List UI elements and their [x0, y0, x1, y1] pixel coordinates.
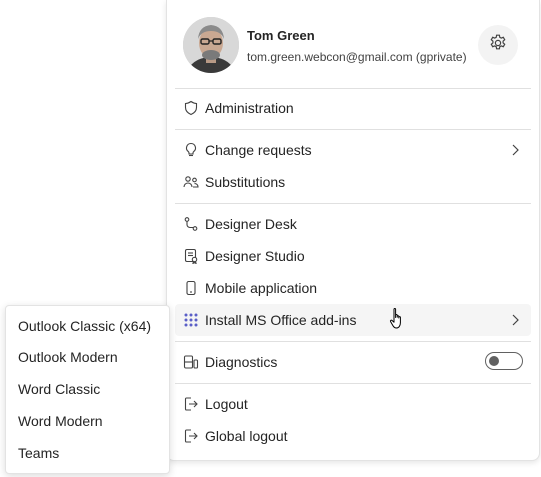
menu-item-label: Mobile application: [205, 280, 318, 296]
submenu-item-label: Word Modern: [18, 413, 103, 429]
menu-item-diagnostics[interactable]: Diagnostics: [175, 346, 531, 378]
menu-item-label: Administration: [205, 100, 294, 116]
submenu-item-label: Word Classic: [18, 381, 101, 397]
menu-item-substitutions[interactable]: Substitutions: [175, 166, 531, 198]
people-swap-icon: [183, 174, 199, 190]
menu-item-label: Designer Desk: [205, 216, 297, 232]
menu-item-label: Substitutions: [205, 174, 286, 190]
menu-item-global-logout[interactable]: Global logout: [175, 420, 531, 452]
chevron-right-icon: [507, 312, 523, 328]
diagnostics-icon: [183, 354, 199, 370]
submenu-item-word-classic[interactable]: Word Classic: [10, 374, 165, 404]
submenu-item-outlook-classic-x64[interactable]: Outlook Classic (x64): [10, 311, 165, 341]
gear-icon: [488, 33, 508, 58]
app-grid-icon: [183, 312, 199, 328]
avatar: [183, 17, 239, 73]
submenu-item-word-modern[interactable]: Word Modern: [10, 406, 165, 436]
divider: [175, 341, 531, 342]
menu-item-designer-desk[interactable]: Designer Desk: [175, 208, 531, 240]
user-name: Tom Green: [247, 28, 315, 43]
user-email: tom.green.webcon@gmail.com (gprivate): [247, 50, 467, 64]
menu-item-label: Diagnostics: [205, 354, 278, 370]
submenu-item-label: Teams: [18, 445, 60, 461]
menu-item-label: Change requests: [205, 142, 312, 158]
shield-icon: [183, 100, 199, 116]
divider: [175, 383, 531, 384]
chevron-right-icon: [507, 142, 523, 158]
submenu-item-teams[interactable]: Teams: [10, 438, 165, 468]
menu-item-label: Install MS Office add-ins: [205, 312, 357, 328]
toggle-knob: [489, 356, 499, 366]
menu-item-administration[interactable]: Administration: [175, 92, 531, 124]
menu-item-designer-studio[interactable]: Designer Studio: [175, 240, 531, 272]
menu-item-mobile-application[interactable]: Mobile application: [175, 272, 531, 304]
sign-out-icon: [183, 396, 199, 412]
user-menu: Tom Green tom.green.webcon@gmail.com (gp…: [166, 0, 540, 461]
menu-item-label: Designer Studio: [205, 248, 305, 264]
office-add-ins-submenu: Outlook Classic (x64) Outlook Modern Wor…: [5, 305, 170, 474]
divider: [175, 203, 531, 204]
profile-header: Tom Green tom.green.webcon@gmail.com (gp…: [167, 0, 539, 88]
stage: Tom Green tom.green.webcon@gmail.com (gp…: [0, 0, 541, 477]
menu-item-install-office-add-ins[interactable]: Install MS Office add-ins: [175, 304, 531, 336]
submenu-item-label: Outlook Modern: [18, 349, 118, 365]
phone-icon: [183, 280, 199, 296]
settings-button[interactable]: [478, 25, 518, 65]
divider: [175, 88, 531, 89]
sign-out-icon: [183, 428, 199, 444]
menu-item-logout[interactable]: Logout: [175, 388, 531, 420]
submenu-item-label: Outlook Classic (x64): [18, 318, 152, 334]
menu-item-label: Logout: [205, 396, 248, 412]
document-ribbon-icon: [183, 248, 199, 264]
menu-item-change-requests[interactable]: Change requests: [175, 134, 531, 166]
divider: [175, 129, 531, 130]
lightbulb-icon: [183, 142, 199, 158]
diagnostics-toggle[interactable]: [485, 352, 523, 370]
submenu-item-outlook-modern[interactable]: Outlook Modern: [10, 342, 165, 372]
flow-icon: [183, 216, 199, 232]
menu-item-label: Global logout: [205, 428, 288, 444]
